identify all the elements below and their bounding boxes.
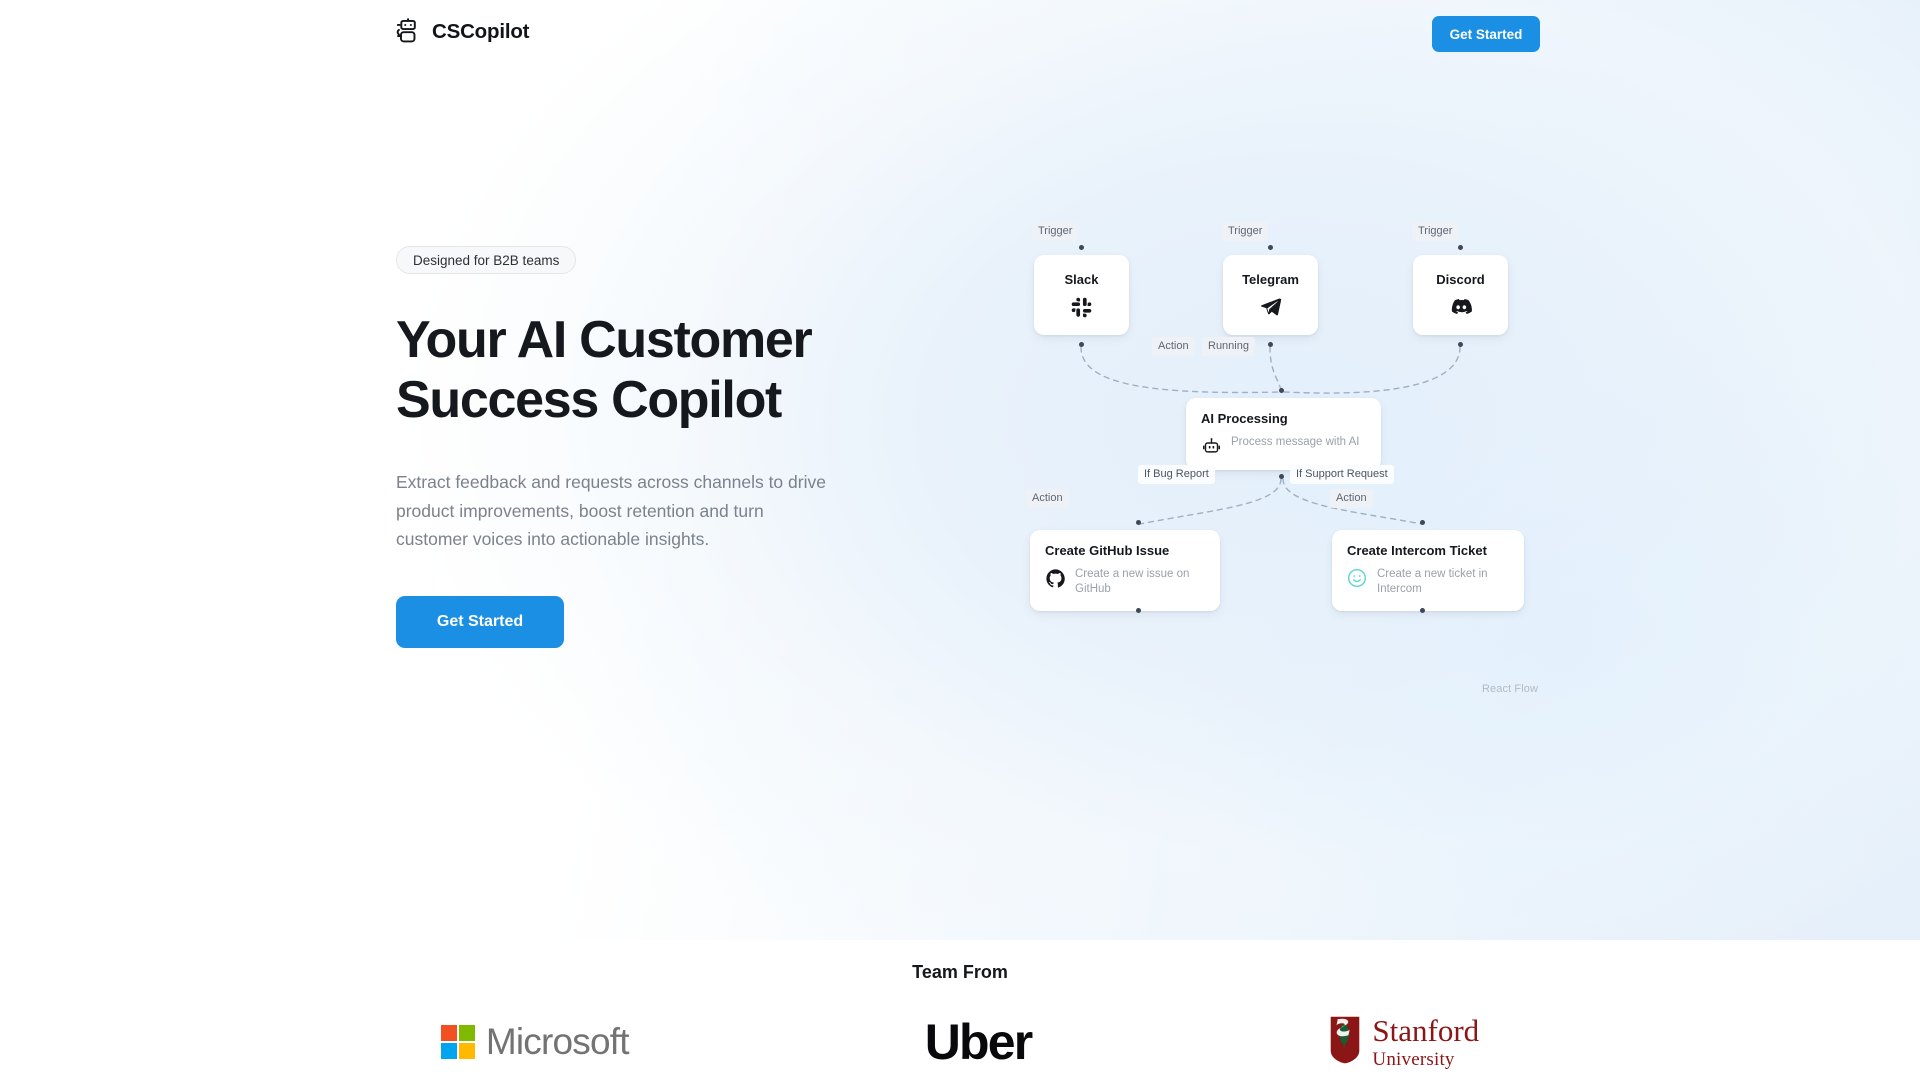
node-create-github-issue-desc: Create a new issue on GitHub — [1075, 568, 1190, 595]
stanford-wordmark: Stanford University — [1372, 1015, 1479, 1069]
status-badge-running: Running — [1202, 337, 1255, 356]
slack-icon — [1071, 296, 1093, 318]
node-telegram[interactable]: Telegram — [1223, 255, 1318, 335]
stanford-shield-icon — [1327, 1015, 1363, 1070]
node-telegram-title: Telegram — [1242, 272, 1299, 287]
team-from-section: Team From Microsoft Uber Stanford Univer… — [0, 962, 1920, 1070]
edge-label-if-support-request: If Support Request — [1290, 465, 1394, 484]
port-intercom-bottom — [1420, 608, 1425, 613]
node-ai-processing[interactable]: AI Processing Process message with AI — [1186, 398, 1381, 470]
edge-label-slack-trigger: Trigger — [1032, 222, 1079, 241]
microsoft-wordmark: Microsoft — [485, 1021, 630, 1062]
port-github-bottom — [1136, 608, 1141, 613]
node-slack-title: Slack — [1064, 272, 1099, 287]
node-ai-processing-desc: Process message with AI — [1231, 436, 1360, 448]
node-create-github-issue[interactable]: Create GitHub Issue Create a new issue o… — [1030, 530, 1220, 611]
node-create-intercom-ticket[interactable]: Create Intercom Ticket Create a new tick… — [1332, 530, 1524, 611]
bot-icon — [394, 18, 421, 45]
telegram-icon — [1260, 296, 1282, 318]
hero-get-started-button[interactable]: Get Started — [396, 595, 564, 648]
brand-logo[interactable]: CSCopilot — [394, 18, 529, 45]
logo-uber: Uber — [924, 1010, 1034, 1074]
team-from-title: Team From — [912, 962, 1008, 982]
port-ai-top — [1279, 388, 1284, 393]
brand-name: CSCopilot — [432, 19, 530, 43]
port-ai-bottom — [1279, 474, 1284, 479]
workflow-diagram[interactable]: Trigger Slack Trigger Telegram Trigger D… — [1000, 222, 1600, 745]
node-create-intercom-ticket-title: Create Intercom Ticket — [1347, 543, 1487, 558]
port-slack-top — [1079, 245, 1084, 250]
intercom-icon — [1347, 568, 1367, 588]
node-ai-processing-title: AI Processing — [1201, 411, 1288, 426]
uber-wordmark: Uber — [924, 1014, 1034, 1070]
port-intercom-top — [1420, 520, 1425, 525]
port-telegram-bottom — [1268, 342, 1273, 347]
node-create-intercom-ticket-desc: Create a new ticket in Intercom — [1377, 568, 1488, 595]
page-title: Your AI Customer Success Copilot — [396, 310, 836, 430]
node-create-intercom-ticket-body: Create a new ticket in Intercom — [1347, 567, 1509, 597]
edge-label-intercom-action: Action — [1330, 489, 1373, 508]
bot-icon — [1201, 436, 1221, 456]
hero-background — [0, 0, 1920, 940]
landing-page: CSCopilot Get Started Designed for B2B t… — [0, 0, 1920, 1080]
stanford-name-line1: Stanford — [1372, 1013, 1480, 1048]
node-ai-processing-body: Process message with AI — [1201, 435, 1366, 456]
node-discord[interactable]: Discord — [1413, 255, 1508, 335]
stanford-name-line2: University — [1372, 1049, 1455, 1070]
port-discord-bottom — [1458, 342, 1463, 347]
company-logo-list: Microsoft Uber Stanford University — [0, 1010, 1920, 1074]
edge-label-github-action: Action — [1026, 489, 1069, 508]
microsoft-icon — [440, 1025, 475, 1059]
headline-line-2: Success Copilot — [396, 371, 782, 429]
github-icon — [1045, 568, 1065, 588]
hero-badge: Designed for B2B teams — [396, 246, 577, 274]
node-slack[interactable]: Slack — [1034, 255, 1129, 335]
port-github-top — [1136, 520, 1141, 525]
discord-icon — [1450, 296, 1472, 318]
node-create-github-issue-title: Create GitHub Issue — [1045, 543, 1170, 558]
logo-stanford: Stanford University — [1327, 1010, 1479, 1074]
port-discord-top — [1458, 245, 1463, 250]
edge-label-if-bug-report: If Bug Report — [1138, 465, 1215, 484]
node-create-github-issue-body: Create a new issue on GitHub — [1045, 567, 1205, 597]
site-header: CSCopilot Get Started — [0, 0, 1920, 72]
hero-content: Designed for B2B teams Your AI Customer S… — [396, 246, 866, 648]
hero-subcopy: Extract feedback and requests across cha… — [396, 472, 826, 549]
edge-label-discord-trigger: Trigger — [1412, 222, 1459, 241]
headline-line-1: Your AI Customer — [396, 311, 813, 369]
port-slack-bottom — [1079, 342, 1084, 347]
react-flow-attribution[interactable]: React Flow — [1482, 683, 1538, 695]
logo-microsoft: Microsoft — [440, 1010, 630, 1074]
header-get-started-button[interactable]: Get Started — [1432, 16, 1540, 52]
edge-label-ai-action: Action — [1152, 337, 1195, 356]
port-telegram-top — [1268, 245, 1273, 250]
node-discord-title: Discord — [1436, 272, 1485, 287]
edge-label-telegram-trigger: Trigger — [1222, 222, 1269, 241]
